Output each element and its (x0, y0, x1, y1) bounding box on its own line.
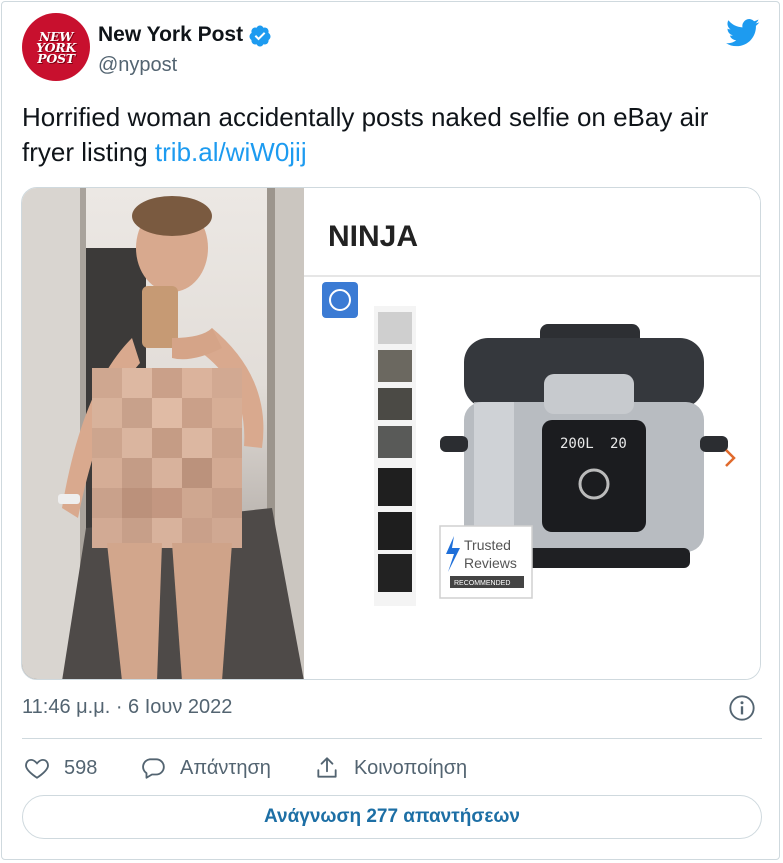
like-count: 598 (64, 756, 98, 779)
author-handle[interactable]: @nypost (98, 54, 177, 77)
share-icon (317, 757, 337, 778)
tweet-body: Horrified woman accidentally posts naked… (22, 102, 709, 167)
reply-label: Απάντηση (180, 756, 271, 779)
product-listing-illustration: NINJA 200L 20 Trusted Reviews RECOMMENDE… (304, 188, 760, 606)
reply-button[interactable]: Απάντηση (140, 752, 271, 784)
badge-line2: Reviews (464, 555, 517, 571)
tweet-timestamp[interactable]: 11:46 μ.μ. · 6 Ιουν 2022 (22, 696, 232, 719)
tweet-card: NEW YORK POST New York Post @nypost Horr… (1, 1, 780, 860)
cooker-display-right: 20 (610, 436, 627, 452)
reply-icon (142, 758, 165, 779)
tweet-link[interactable]: trib.al/wiW0jij (155, 137, 307, 167)
share-button[interactable]: Κοινοποίηση (314, 752, 467, 784)
cooker-display-left: 200L (560, 436, 594, 452)
share-label: Κοινοποίηση (354, 756, 468, 779)
tweet-text: Horrified woman accidentally posts naked… (22, 100, 762, 170)
avatar[interactable]: NEW YORK POST (22, 13, 90, 81)
media-photo-left[interactable] (22, 188, 304, 679)
badge-line3: RECOMMENDED (454, 580, 510, 587)
author-name[interactable]: New York Post (98, 23, 243, 47)
read-replies-button[interactable]: Ανάγνωση 277 απαντήσεων (22, 795, 762, 839)
badge-line1: Trusted (464, 537, 511, 553)
verified-badge-icon (249, 25, 271, 47)
tweet-media[interactable]: NINJA 200L 20 Trusted Reviews RECOMMENDE… (21, 187, 761, 680)
read-replies-label: Ανάγνωση 277 απαντήσεων (264, 806, 520, 827)
like-button[interactable]: 598 (24, 752, 97, 784)
info-icon[interactable] (728, 694, 756, 722)
product-brand-logo: NINJA (328, 220, 418, 253)
selfie-photo-illustration (22, 188, 304, 679)
divider (22, 738, 762, 739)
heart-icon (25, 758, 49, 779)
twitter-bird-icon[interactable] (726, 18, 760, 48)
avatar-logo-text: NEW YORK POST (36, 28, 76, 66)
media-photo-right[interactable]: NINJA 200L 20 Trusted Reviews RECOMMENDE… (304, 188, 760, 679)
